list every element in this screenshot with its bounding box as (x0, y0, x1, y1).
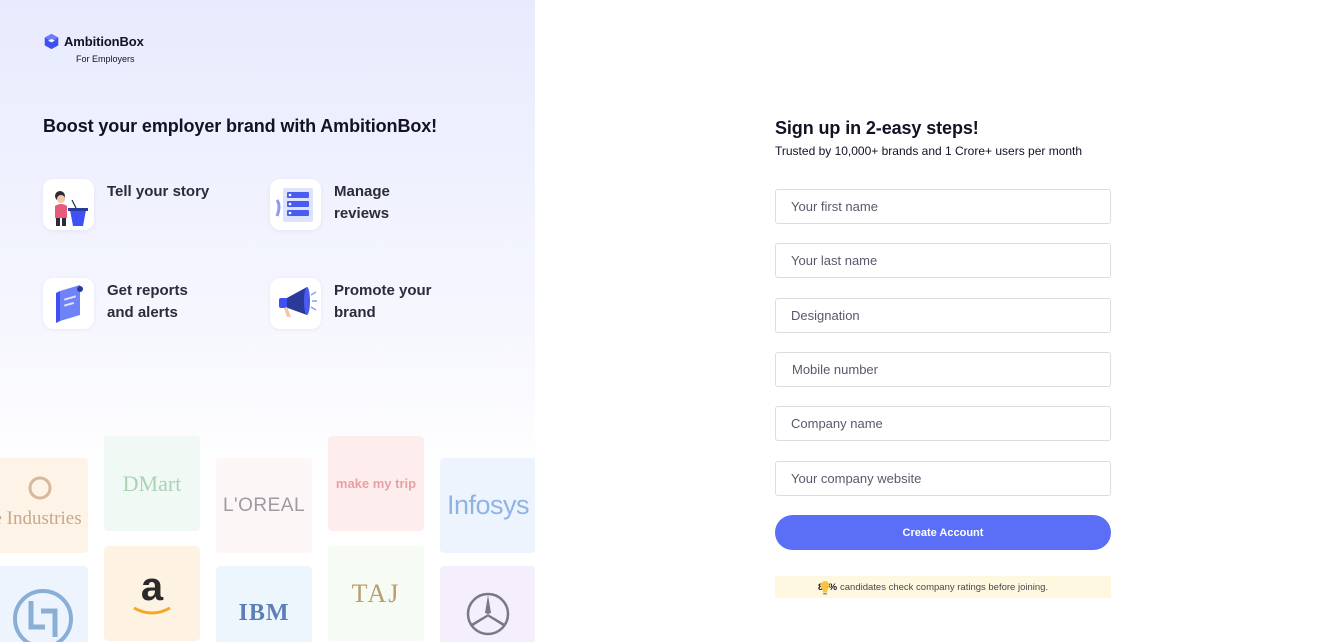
ambitionbox-logo-icon (44, 33, 59, 50)
logo[interactable]: AmbitionBox For Employers (43, 33, 144, 64)
signup-page: AmbitionBox For Employers Boost your emp… (0, 0, 1339, 642)
feature-tell-your-story: Tell your story (43, 179, 217, 230)
signup-form: Sign up in 2-easy steps! Trusted by 10,0… (775, 118, 1111, 598)
first-name-input[interactable] (775, 189, 1111, 224)
brand-logo-loreal: L'OREAL (216, 458, 312, 553)
feature-get-reports: Get reports and alerts (43, 278, 217, 329)
feature-label: Tell your story (107, 183, 210, 200)
brand-text: TAJ (351, 578, 401, 608)
page-headline: Boost your employer brand with AmbitionB… (43, 116, 438, 136)
company-name-input[interactable] (775, 406, 1111, 441)
review-list-icon (270, 179, 321, 230)
promo-panel: AmbitionBox For Employers Boost your emp… (0, 0, 535, 642)
svg-text:a: a (141, 565, 164, 609)
brand-text: IBM (238, 600, 290, 626)
brand-logo-makemytrip: make my trip (328, 436, 424, 531)
tip-text: candidates check company ratings before … (840, 581, 1049, 593)
mobile-number-input[interactable] (775, 352, 1111, 387)
designation-input[interactable] (775, 298, 1111, 333)
signup-subtitle: Trusted by 10,000+ brands and 1 Crore+ u… (775, 144, 1083, 158)
brand-logo-infosys: Infosys (440, 458, 535, 553)
brand-logo-taj: TAJ (328, 546, 424, 641)
brand-logo-reliance: Reliance Industries Limited (0, 458, 88, 553)
feature-manage-reviews: Manage reviews (270, 179, 444, 230)
brand-text: Infosys (446, 490, 530, 520)
create-account-button[interactable]: Create Account (775, 515, 1111, 550)
feature-label: Manage reviews (334, 183, 390, 222)
lightbulb-icon (820, 581, 830, 595)
brand-logo-lt (0, 566, 88, 642)
speaker-at-podium-icon (43, 179, 94, 230)
feature-label: Get reports and alerts (107, 282, 188, 321)
svg-text:Reliance Industries Limited: Reliance Industries Limited (0, 508, 85, 529)
logo-name: AmbitionBox (64, 34, 144, 49)
logo-subtitle: For Employers (76, 54, 135, 64)
brand-logo-dmart: DMart (104, 436, 200, 531)
signup-title: Sign up in 2-easy steps! (775, 118, 979, 138)
report-document-icon (43, 278, 94, 329)
rating-tip-banner: 80% candidates check company ratings bef… (775, 576, 1111, 598)
company-website-input[interactable] (775, 461, 1111, 496)
brand-text: DMart (122, 470, 182, 496)
megaphone-icon (270, 278, 321, 329)
feature-promote-brand: Promote your brand (270, 278, 444, 329)
brand-logo-ibm: IBM (216, 566, 312, 642)
signup-panel: Sign up in 2-easy steps! Trusted by 10,0… (535, 0, 1339, 642)
brand-text: make my trip (335, 476, 417, 491)
brand-logo-mercedes (440, 566, 535, 642)
brand-text: L'OREAL (222, 494, 306, 516)
last-name-input[interactable] (775, 243, 1111, 278)
feature-label: Promote your brand (334, 282, 432, 321)
brand-logo-amazon: a (104, 546, 200, 641)
